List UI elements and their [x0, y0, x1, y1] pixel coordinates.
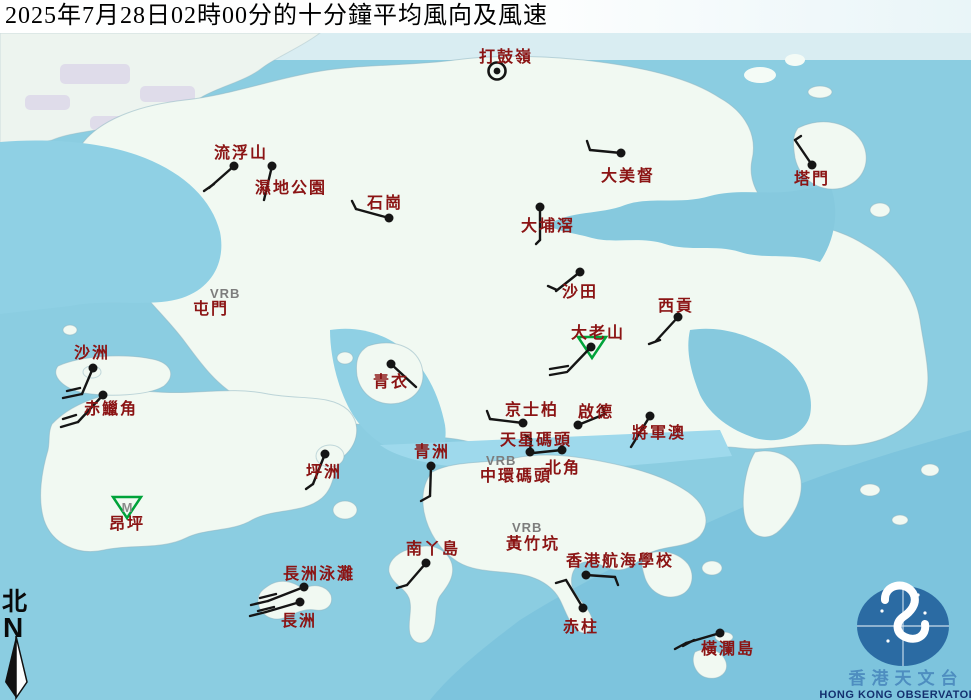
station-label: 塔門	[794, 169, 830, 188]
missing-data-label: M	[122, 500, 133, 515]
station-dot	[89, 364, 98, 373]
station-label: 石崗	[366, 193, 403, 212]
land-tung-lung	[702, 561, 722, 575]
station-label: 青衣	[373, 372, 409, 391]
calm-dot	[494, 68, 501, 75]
islet	[785, 54, 805, 66]
station-dot	[574, 421, 583, 430]
station-label: 打鼓嶺	[479, 47, 533, 66]
station-label: 中環碼頭	[480, 466, 552, 485]
wind-map-frame: 打鼓嶺流浮山濕地公園石崗大美督塔門大埔滘沙田西貢VRB屯門沙洲赤鱲角大老山青衣京…	[0, 0, 971, 700]
hko-logo-dot	[880, 609, 883, 612]
islet	[744, 67, 776, 83]
land-hei-ling-chau	[333, 501, 357, 519]
station-dot	[321, 450, 330, 459]
station-dot	[617, 149, 626, 158]
station-dot	[387, 360, 396, 369]
compass-letter: N	[3, 612, 23, 643]
station-dot	[427, 462, 436, 471]
station-label: 大美督	[601, 166, 655, 185]
station-label: 赤鱲角	[84, 399, 138, 418]
vrb-label: VRB	[210, 286, 240, 301]
map-title: 2025年7月28日02時00分的十分鐘平均風向及風速	[0, 0, 971, 33]
station-label: 昂坪	[109, 515, 145, 533]
station-label: 長洲	[281, 612, 317, 630]
station-label: 西貢	[658, 297, 694, 315]
hko-logo-name-en: HONG KONG OBSERVATORY	[819, 689, 971, 700]
station-label: 濕地公園	[255, 178, 327, 197]
station-label: 赤柱	[563, 617, 599, 636]
islet	[808, 86, 832, 98]
station-label: 黃竹坑	[505, 534, 560, 553]
wind-barb	[430, 466, 431, 496]
station-label: 流浮山	[214, 143, 268, 162]
vrb-label: VRB	[512, 520, 542, 535]
station-dot	[536, 203, 545, 212]
station-dot	[519, 419, 528, 428]
station-label: 沙田	[562, 283, 598, 301]
islet	[860, 484, 880, 496]
islet	[921, 464, 939, 476]
station-dot	[579, 604, 588, 613]
station-dot	[268, 162, 277, 171]
station-dot	[422, 559, 431, 568]
station-label: 橫瀾島	[701, 639, 755, 658]
station-dot	[300, 583, 309, 592]
vrb-label: VRB	[486, 453, 516, 468]
station-label: 沙洲	[74, 344, 110, 362]
station-dot	[716, 629, 725, 638]
station-label: 長洲泳灘	[283, 564, 355, 583]
station-dot	[385, 214, 394, 223]
station-dot	[587, 343, 596, 352]
hko-logo-dot	[923, 611, 926, 614]
station-dot	[582, 571, 591, 580]
station-label: 啟德	[578, 402, 614, 421]
station-dot	[230, 162, 239, 171]
station-label: 將軍澳	[632, 423, 686, 442]
station-label: 屯門	[193, 299, 229, 318]
hko-logo-name-cn: 香港天文台	[849, 668, 964, 688]
hko-logo-dot	[916, 593, 919, 596]
islet	[892, 515, 908, 525]
station-label: 坪洲	[306, 463, 342, 481]
station-dot	[808, 161, 817, 170]
station-label: 京士柏	[505, 400, 559, 419]
station-label: 香港航海學校	[565, 551, 674, 570]
station-label: 南丫島	[406, 539, 460, 558]
station-label: 青洲	[414, 442, 450, 461]
land-ma-wan	[337, 352, 353, 364]
station-dot	[99, 391, 108, 400]
station-dot	[558, 446, 567, 455]
hong-kong-wind-map: 打鼓嶺流浮山濕地公園石崗大美督塔門大埔滘沙田西貢VRB屯門沙洲赤鱲角大老山青衣京…	[0, 0, 971, 700]
station-label: 大老山	[571, 323, 625, 342]
station-dot	[296, 598, 305, 607]
islet	[870, 203, 890, 217]
islet	[63, 325, 77, 335]
station-dot	[576, 268, 585, 277]
station-label: 大埔滘	[521, 216, 575, 235]
hko-logo-dot	[886, 639, 889, 642]
station-dot	[646, 412, 655, 421]
